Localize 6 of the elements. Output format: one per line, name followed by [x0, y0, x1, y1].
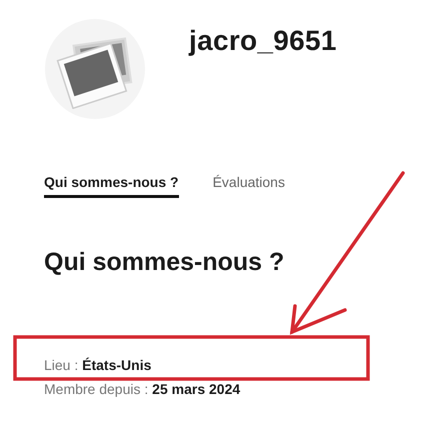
section-heading: Qui sommes-nous ? — [44, 248, 286, 277]
tab[interactable]: Qui sommes-nous ? — [44, 174, 179, 198]
username: jacro_9651 — [189, 25, 337, 57]
detail-text: Membre depuis : 25 mars 2024 — [44, 381, 242, 397]
tab[interactable]: Évaluations — [212, 174, 285, 198]
detail-text: Lieu : États-Unis — [44, 357, 152, 373]
